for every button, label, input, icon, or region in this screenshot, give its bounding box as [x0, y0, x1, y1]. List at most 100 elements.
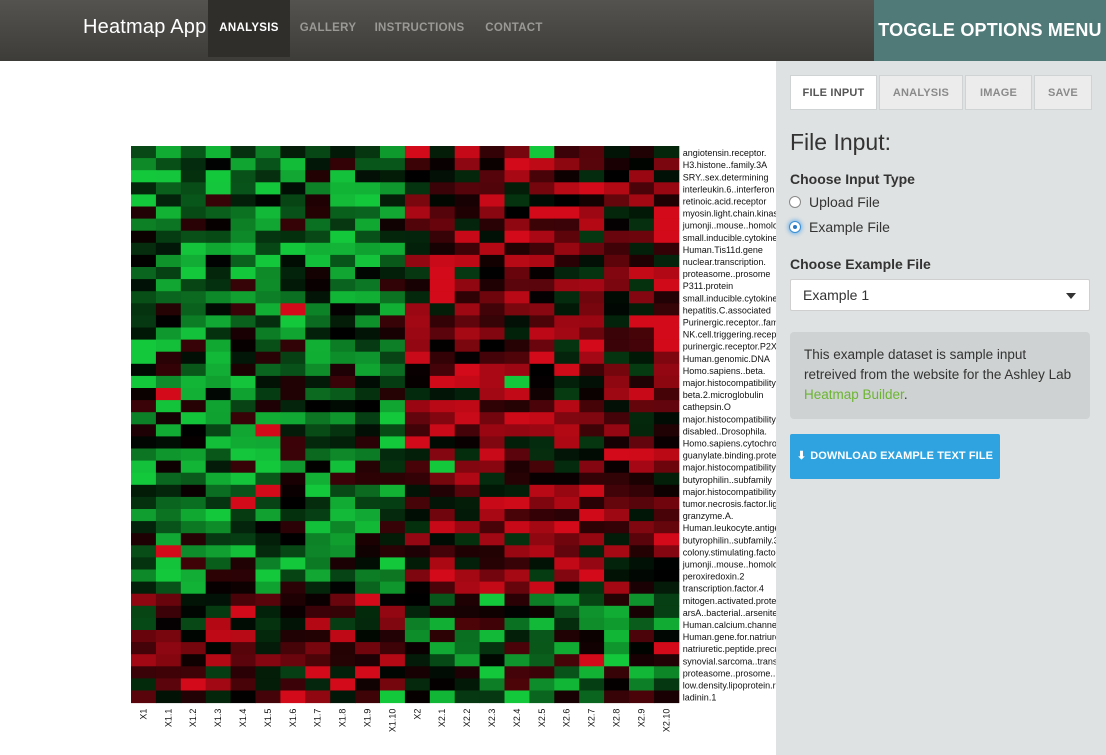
heatmap-cell	[355, 436, 381, 449]
heatmap-cell	[604, 654, 630, 667]
nav-contact[interactable]: CONTACT	[473, 0, 555, 57]
heatmap-cell	[504, 630, 530, 643]
heatmap-cell	[653, 424, 680, 437]
heatmap-cell	[529, 642, 555, 655]
heatmap-cell	[579, 448, 605, 462]
tab-analysis[interactable]: ANALYSIS	[879, 75, 963, 110]
nav-analysis[interactable]: ANALYSIS	[208, 0, 290, 57]
heatmap-cell	[131, 605, 157, 619]
heatmap-cell	[355, 581, 381, 595]
column-label: X1.4	[238, 709, 248, 728]
heatmap-cell	[305, 375, 331, 389]
heatmap-cell	[504, 545, 530, 558]
heatmap-cell	[504, 605, 530, 619]
heatmap-cell	[330, 569, 356, 583]
row-label: myosin.light.chain.kinase	[683, 209, 776, 219]
app-brand[interactable]: Heatmap App	[83, 16, 206, 39]
heatmap-cell	[429, 254, 456, 268]
heatmap-cell	[280, 557, 306, 570]
heatmap-cell	[429, 363, 456, 377]
heatmap-cell	[529, 363, 555, 377]
heatmap-cell	[504, 593, 530, 607]
heatmap-cell	[454, 218, 481, 232]
heatmap-cell	[205, 400, 232, 413]
heatmap-cell	[479, 242, 505, 256]
heatmap-cell	[529, 146, 555, 159]
heatmap-cell	[454, 617, 481, 631]
nav-gallery[interactable]: GALLERY	[290, 0, 366, 57]
download-label: DOWNLOAD EXAMPLE TEXT FILE	[810, 450, 994, 462]
row-label: peroxiredoxin.2	[683, 572, 745, 582]
tab-save[interactable]: SAVE	[1034, 75, 1092, 110]
heatmap-cell	[205, 569, 232, 583]
heatmap-cell	[205, 375, 232, 389]
heatmap-cell	[380, 363, 406, 377]
download-example-button[interactable]: ⬇ DOWNLOAD EXAMPLE TEXT FILE	[790, 434, 1000, 479]
heatmap-cell	[305, 654, 331, 667]
heatmap-cell	[629, 521, 655, 534]
heatmap-cell	[454, 363, 481, 377]
example-file-select[interactable]: Example 1	[790, 279, 1090, 311]
heatmap-cell	[404, 605, 431, 619]
row-label: colony.stimulating.factor.1	[683, 547, 776, 557]
heatmap-cell	[255, 279, 281, 292]
heatmap-cell	[355, 254, 381, 268]
heatmap-cell	[280, 242, 306, 256]
heatmap-cell	[155, 472, 182, 486]
heatmap-cell	[380, 605, 406, 619]
heatmap-cell	[454, 388, 481, 401]
heatmap-cell	[504, 654, 530, 667]
heatmap-cell	[479, 678, 505, 691]
heatmap-cell	[629, 315, 655, 328]
heatmap-cell	[629, 206, 655, 220]
heatmap-cell	[429, 424, 456, 437]
heatmap-cell	[380, 206, 406, 220]
heatmap-cell	[380, 690, 406, 704]
heatmap-cell	[579, 678, 605, 691]
heatmap-cell	[131, 593, 157, 607]
heatmap-cell	[629, 593, 655, 607]
heatmap-cell	[529, 303, 555, 316]
heatmap-cell	[131, 654, 157, 667]
heatmap-cell	[454, 327, 481, 341]
heatmap-builder-link[interactable]: Heatmap Builder	[804, 387, 904, 402]
heatmap-cell	[653, 412, 680, 425]
heatmap-cell	[330, 158, 356, 171]
heatmap-cell	[604, 254, 630, 268]
heatmap-cell	[429, 412, 456, 425]
heatmap-cell	[280, 436, 306, 449]
column-label: X2.3	[487, 709, 497, 728]
heatmap-cell	[180, 400, 207, 413]
heatmap-figure: angiotensin.receptor. H3.histone..family.…	[131, 146, 776, 732]
heatmap-cell	[404, 351, 431, 365]
heatmap-cell	[629, 666, 655, 679]
heatmap-cell	[404, 533, 431, 546]
heatmap-cell	[330, 642, 356, 655]
heatmap-cell	[255, 194, 281, 207]
heatmap-cell	[479, 182, 505, 195]
heatmap-cell	[205, 339, 232, 353]
radio-button-selected[interactable]	[789, 221, 801, 233]
heatmap-cell	[604, 363, 630, 377]
heatmap-cell	[355, 617, 381, 631]
heatmap-cell	[155, 460, 182, 474]
tab-file-input[interactable]: FILE INPUT	[790, 75, 877, 110]
heatmap-cell	[330, 617, 356, 631]
heatmap-cell	[579, 327, 605, 341]
heatmap-cell	[155, 605, 182, 619]
heatmap-cell	[579, 630, 605, 643]
heatmap-cell	[554, 678, 580, 691]
tab-image[interactable]: IMAGE	[965, 75, 1032, 110]
heatmap-cell	[155, 424, 182, 437]
toggle-options-menu-button[interactable]: TOGGLE OPTIONS MENU	[874, 0, 1106, 61]
heatmap-cell	[155, 254, 182, 268]
heatmap-cell	[280, 642, 306, 655]
heatmap-cell	[653, 448, 680, 462]
heatmap-cell	[180, 472, 207, 486]
heatmap-cell	[230, 654, 256, 667]
nav-instructions[interactable]: INSTRUCTIONS	[366, 0, 473, 57]
heatmap-cell	[280, 194, 306, 207]
heatmap-cell	[529, 315, 555, 328]
radio-button[interactable]	[789, 196, 801, 208]
heatmap-cell	[479, 375, 505, 389]
